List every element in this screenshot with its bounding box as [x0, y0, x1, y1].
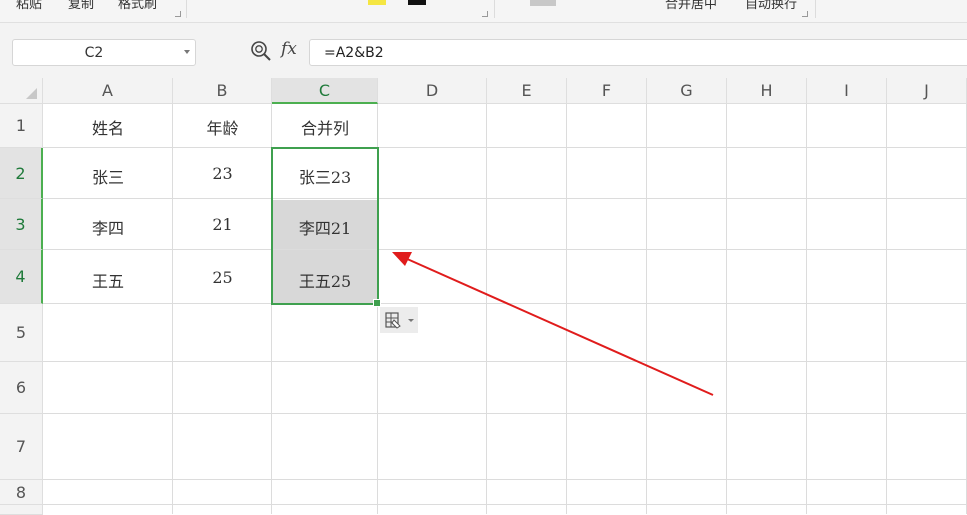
row-header-4[interactable]: 4: [0, 250, 43, 304]
column-header-j[interactable]: J: [887, 78, 967, 104]
row-header-2[interactable]: 2: [0, 148, 43, 199]
name-box[interactable]: C2: [12, 39, 196, 66]
wrap-text-button[interactable]: 自动换行: [745, 0, 797, 12]
spreadsheet-grid: A B C D E F G H I J 1 2 3 4 5 6 7 8 姓名 年…: [0, 78, 967, 515]
toolbar-divider: [186, 0, 187, 18]
toolbar-divider: [494, 0, 495, 18]
gridline: [806, 104, 807, 514]
dropdown-arrow-icon[interactable]: [184, 50, 190, 54]
column-header-e[interactable]: E: [487, 78, 567, 104]
formula-bar: C2 fx =A2&B2: [0, 23, 967, 78]
align-center-icon[interactable]: [530, 0, 556, 6]
gridline: [43, 147, 967, 148]
column-header-f[interactable]: F: [567, 78, 647, 104]
paste-options-icon: [385, 312, 414, 329]
gridline: [486, 104, 487, 514]
gridline: [886, 104, 887, 514]
row-header-9[interactable]: [0, 505, 43, 515]
row-header-7[interactable]: 7: [0, 414, 43, 480]
row-header-6[interactable]: 6: [0, 362, 43, 414]
selection-border: [271, 147, 379, 305]
cell-a2[interactable]: 张三: [43, 164, 173, 188]
column-header-a[interactable]: A: [43, 78, 173, 104]
column-header-b[interactable]: B: [173, 78, 272, 104]
gridline: [726, 104, 727, 514]
gridline: [566, 104, 567, 514]
clipboard-group-expander-icon[interactable]: [175, 11, 181, 17]
cell-c1[interactable]: 合并列: [272, 115, 378, 139]
zoom-formula-icon[interactable]: [250, 40, 272, 62]
toolbar-divider: [815, 0, 816, 18]
row-header-5[interactable]: 5: [0, 304, 43, 362]
cell-a3[interactable]: 李四: [43, 215, 173, 239]
row-header-3[interactable]: 3: [0, 199, 43, 250]
gridline: [43, 198, 967, 199]
column-header-d[interactable]: D: [378, 78, 487, 104]
cell-a1[interactable]: 姓名: [43, 115, 173, 139]
column-header-c[interactable]: C: [272, 78, 378, 104]
formula-text: =A2&B2: [324, 45, 384, 61]
row-header-1[interactable]: 1: [0, 104, 43, 148]
insert-function-button[interactable]: fx: [281, 39, 297, 59]
row-header-8[interactable]: 8: [0, 480, 43, 505]
select-all-triangle-icon: [26, 88, 37, 99]
cell-b1[interactable]: 年龄: [173, 115, 272, 139]
copy-button[interactable]: 复制: [68, 0, 94, 12]
name-box-value: C2: [84, 45, 104, 61]
gridline: [43, 504, 967, 505]
fill-handle[interactable]: [373, 299, 381, 307]
font-color-icon[interactable]: [408, 0, 426, 5]
column-header-h[interactable]: H: [727, 78, 807, 104]
column-header-g[interactable]: G: [647, 78, 727, 104]
gridline: [43, 361, 967, 362]
paste-options-button[interactable]: [380, 307, 418, 333]
highlight-color-icon[interactable]: [368, 0, 386, 5]
gridline: [646, 104, 647, 514]
ribbon-toolbar: 粘贴 复制 格式刷 合并居中 自动换行: [0, 0, 967, 23]
select-all-button[interactable]: [0, 78, 43, 104]
gridline: [43, 249, 967, 250]
cell-a4[interactable]: 王五: [43, 268, 173, 292]
paste-button[interactable]: 粘贴: [16, 0, 42, 12]
merge-center-button[interactable]: 合并居中: [665, 0, 717, 12]
formula-input[interactable]: =A2&B2: [309, 39, 967, 66]
align-group-expander-icon[interactable]: [802, 11, 808, 17]
cell-b2[interactable]: 23: [173, 164, 272, 183]
gridline: [43, 479, 967, 480]
cell-b3[interactable]: 21: [173, 215, 272, 234]
font-group-expander-icon[interactable]: [482, 11, 488, 17]
gridline: [43, 413, 967, 414]
format-painter-button[interactable]: 格式刷: [118, 0, 157, 12]
column-header-i[interactable]: I: [807, 78, 887, 104]
gridline: [43, 303, 967, 304]
cell-b4[interactable]: 25: [173, 268, 272, 287]
